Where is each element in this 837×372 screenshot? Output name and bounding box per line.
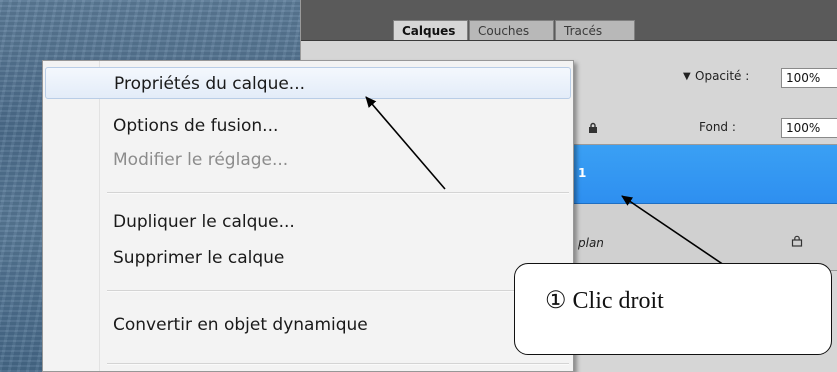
panel-tabbar: Calques Couches Tracés [301, 0, 837, 41]
fill-label: Fond : [699, 120, 736, 134]
tab-calques[interactable]: Calques [393, 20, 468, 40]
annotation-callout: ① Clic droit [514, 263, 832, 355]
opacity-input[interactable]: 100% [781, 68, 837, 88]
menu-separator [107, 192, 569, 194]
menu-item-label: Convertir en objet dynamique [113, 315, 368, 335]
menu-item-convert-smart-object[interactable]: Convertir en objet dynamique [45, 309, 571, 341]
menu-item-label: Options de fusion... [113, 116, 279, 136]
menu-item-duplicate-layer[interactable]: Dupliquer le calque... [45, 206, 571, 238]
annotation-text: ① Clic droit [545, 288, 664, 314]
menu-item-layer-properties[interactable]: Propriétés du calque... [45, 67, 571, 99]
layer-context-menu: Propriétés du calque... Options de fusio… [42, 60, 574, 372]
menu-item-label: Modifier le réglage... [113, 150, 289, 170]
screenshot-stage: Calques Couches Tracés ▼ Opacité : 100% … [0, 0, 837, 372]
lock-icon [791, 235, 803, 247]
menu-separator [107, 363, 569, 365]
menu-item-label: Propriétés du calque... [114, 74, 306, 94]
layer-name: plan [578, 236, 604, 250]
blend-mode-dropdown-icon[interactable]: ▼ [683, 71, 691, 82]
lock-icon[interactable] [587, 122, 599, 134]
menu-item-blending-options[interactable]: Options de fusion... [45, 110, 571, 142]
tab-traces[interactable]: Tracés [555, 20, 635, 40]
menu-item-label: Supprimer le calque [113, 248, 285, 268]
menu-item-label: Dupliquer le calque... [113, 212, 295, 232]
fill-input[interactable]: 100% [781, 118, 837, 138]
opacity-label: Opacité : [695, 69, 750, 83]
menu-separator [107, 290, 569, 292]
menu-item-delete-layer[interactable]: Supprimer le calque [45, 242, 571, 274]
layer-name: 1 [578, 166, 587, 180]
menu-item-edit-adjustment: Modifier le réglage... [45, 144, 571, 176]
tab-couches[interactable]: Couches [469, 20, 554, 40]
panel-tabs: Calques Couches Tracés [393, 20, 636, 40]
